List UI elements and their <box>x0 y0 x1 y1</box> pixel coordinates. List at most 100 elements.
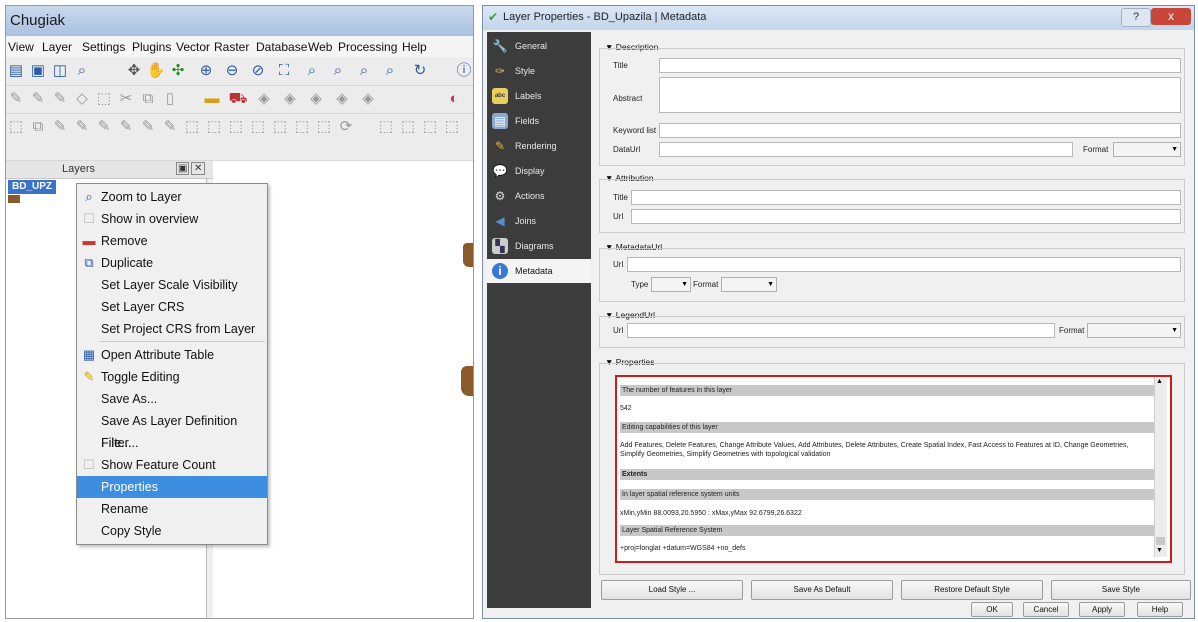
apply-button[interactable]: Apply <box>1079 602 1125 617</box>
close-panel-icon[interactable]: ✕ <box>191 162 206 175</box>
attribution-title-input[interactable] <box>631 190 1181 205</box>
redo-icon[interactable]: ⧉ <box>28 117 48 137</box>
metadataurl-type-select[interactable]: ▼ <box>651 277 691 292</box>
label-change-icon[interactable]: ◈ <box>332 89 352 109</box>
title-input[interactable] <box>659 58 1181 73</box>
menu-item-duplicate[interactable]: ⧉ Duplicate <box>77 252 267 274</box>
menu-item-rename[interactable]: Rename <box>77 498 267 520</box>
menu-item-filter[interactable]: Filter... <box>77 432 267 454</box>
metadataurl-url-input[interactable] <box>627 257 1181 272</box>
dataurl-input[interactable] <box>659 142 1073 157</box>
nav-item-joins[interactable]: ◀ Joins <box>487 209 591 233</box>
add-feature-icon[interactable]: ◇ <box>72 89 92 109</box>
paste-features-icon[interactable]: ▯ <box>160 89 180 109</box>
menu-item-set-layer-scale-visibility[interactable]: Set Layer Scale Visibility <box>77 274 267 296</box>
menu-item-save-as-layer-definition[interactable]: Save As Layer Definition File... <box>77 410 267 450</box>
menu-plugins[interactable]: Plugins <box>132 40 171 54</box>
float-panel-icon[interactable]: ▣ <box>176 162 190 175</box>
nav-item-diagrams[interactable]: ▚ Diagrams <box>487 234 591 258</box>
delete-ring-icon[interactable]: ✎ <box>160 117 180 137</box>
scroll-up-icon[interactable]: ▲ <box>1156 378 1163 385</box>
menu-item-remove[interactable]: ▬ Remove <box>77 230 267 252</box>
refresh-icon[interactable]: ↻ <box>410 61 430 81</box>
dataurl-format-select[interactable]: ▼ <box>1113 142 1181 157</box>
move-feature-icon[interactable]: ⬚ <box>94 89 114 109</box>
zoom-to-selection-icon[interactable]: ⌕ <box>302 61 322 81</box>
nav-item-display[interactable]: 💬 Display <box>487 159 591 183</box>
zoom-to-layer-icon[interactable]: ⌕ <box>328 61 348 81</box>
zoom-native-icon[interactable]: ⊘ <box>248 61 268 81</box>
new-print-composer-icon[interactable]: ◫ <box>50 61 70 81</box>
copy-features-icon[interactable]: ⧉ <box>138 89 158 109</box>
label-show-hide-icon[interactable]: ◈ <box>254 89 274 109</box>
load-style-button[interactable]: Load Style ... <box>601 580 743 600</box>
properties-scrollbar[interactable]: ▲ ▼ <box>1154 377 1167 557</box>
undo-icon[interactable]: ⬚ <box>6 117 26 137</box>
label-rotate-icon[interactable]: ◈ <box>306 89 326 109</box>
legendurl-format-select[interactable]: ▼ <box>1087 323 1181 338</box>
menu-item-zoom-to-layer[interactable]: ⌕ Zoom to Layer <box>77 186 267 208</box>
reshape-features-icon[interactable]: ⬚ <box>204 117 224 137</box>
nav-item-metadata[interactable]: i Metadata <box>487 259 591 283</box>
add-ring-icon[interactable]: ✎ <box>94 117 114 137</box>
menu-help[interactable]: Help <box>402 40 427 54</box>
menu-item-open-attribute-table[interactable]: ▦ Open Attribute Table <box>77 344 267 366</box>
menu-raster[interactable]: Raster <box>214 40 249 54</box>
help-title-button[interactable]: ? <box>1121 8 1151 27</box>
nav-item-general[interactable]: 🔧 General <box>487 34 591 58</box>
menu-settings[interactable]: Settings <box>82 40 125 54</box>
snapping-icon[interactable]: ⬚ <box>398 117 418 137</box>
label-pin-icon[interactable]: ⛟ <box>228 89 248 109</box>
scroll-down-icon[interactable]: ▼ <box>1156 547 1163 554</box>
fill-ring-icon[interactable]: ✎ <box>138 117 158 137</box>
save-project-icon[interactable]: ▣ <box>28 61 48 81</box>
close-button[interactable]: x <box>1151 8 1191 25</box>
scrollbar-thumb[interactable] <box>1156 537 1165 545</box>
nav-item-fields[interactable]: ▤ Fields <box>487 109 591 133</box>
pan-to-selection-icon[interactable]: ✣ <box>168 61 188 81</box>
nav-item-rendering[interactable]: ✎ Rendering <box>487 134 591 158</box>
save-style-button[interactable]: Save Style <box>1051 580 1191 600</box>
rotate-point-symbols-icon[interactable]: ⟳ <box>336 117 356 137</box>
nav-item-labels[interactable]: abc Labels <box>487 84 591 108</box>
menu-processing[interactable]: Processing <box>338 40 397 54</box>
open-project-icon[interactable]: ▤ <box>6 61 26 81</box>
menu-item-properties[interactable]: Properties <box>77 476 267 498</box>
menu-view[interactable]: View <box>8 40 34 54</box>
menu-database[interactable]: Database <box>256 40 307 54</box>
node-tool-icon[interactable]: ⬚ <box>376 117 396 137</box>
trace-icon[interactable]: ⬚ <box>442 117 462 137</box>
restore-default-style-button[interactable]: Restore Default Style <box>901 580 1043 600</box>
menu-web[interactable]: Web <box>308 40 332 54</box>
menu-layer[interactable]: Layer <box>42 40 72 54</box>
abstract-input[interactable] <box>659 77 1181 113</box>
menu-item-copy-style[interactable]: Copy Style <box>77 520 267 542</box>
identify-icon[interactable]: ⓘ <box>454 61 473 81</box>
menu-item-save-as[interactable]: Save As... <box>77 388 267 410</box>
pan-map-icon[interactable]: ✥ <box>124 61 144 81</box>
split-features-icon[interactable]: ⬚ <box>248 117 268 137</box>
toggle-editing-icon[interactable]: ✎ <box>28 89 48 109</box>
menu-item-show-in-overview[interactable]: ☐ Show in overview <box>77 208 267 230</box>
zoom-last-icon[interactable]: ⌕ <box>354 61 374 81</box>
topology-icon[interactable]: ⬚ <box>420 117 440 137</box>
menu-vector[interactable]: Vector <box>176 40 210 54</box>
cut-features-icon[interactable]: ✂ <box>116 89 136 109</box>
keyword-list-input[interactable] <box>659 123 1181 138</box>
touch-zoom-icon[interactable]: ✋ <box>146 61 166 81</box>
attribution-url-input[interactable] <box>631 209 1181 224</box>
help-button[interactable]: Help <box>1137 602 1183 617</box>
menu-item-set-layer-crs[interactable]: Set Layer CRS <box>77 296 267 318</box>
menu-item-set-project-crs[interactable]: Set Project CRS from Layer <box>77 318 267 340</box>
nav-item-style[interactable]: ✑ Style <box>487 59 591 83</box>
add-part-icon[interactable]: ✎ <box>116 117 136 137</box>
layer-tree-item[interactable]: BD_UPZ <box>8 180 57 194</box>
legendurl-url-input[interactable] <box>627 323 1055 338</box>
split-parts-icon[interactable]: ⬚ <box>270 117 290 137</box>
current-edits-icon[interactable]: ✎ <box>6 89 26 109</box>
layer-properties-info[interactable]: The number of features in this layer 542… <box>615 375 1172 563</box>
menu-item-toggle-editing[interactable]: ✎ Toggle Editing <box>77 366 267 388</box>
rotate-feature-icon[interactable]: ✎ <box>50 117 70 137</box>
zoom-full-icon[interactable]: ⛶ <box>274 61 294 81</box>
zoom-next-icon[interactable]: ⌕ <box>380 61 400 81</box>
